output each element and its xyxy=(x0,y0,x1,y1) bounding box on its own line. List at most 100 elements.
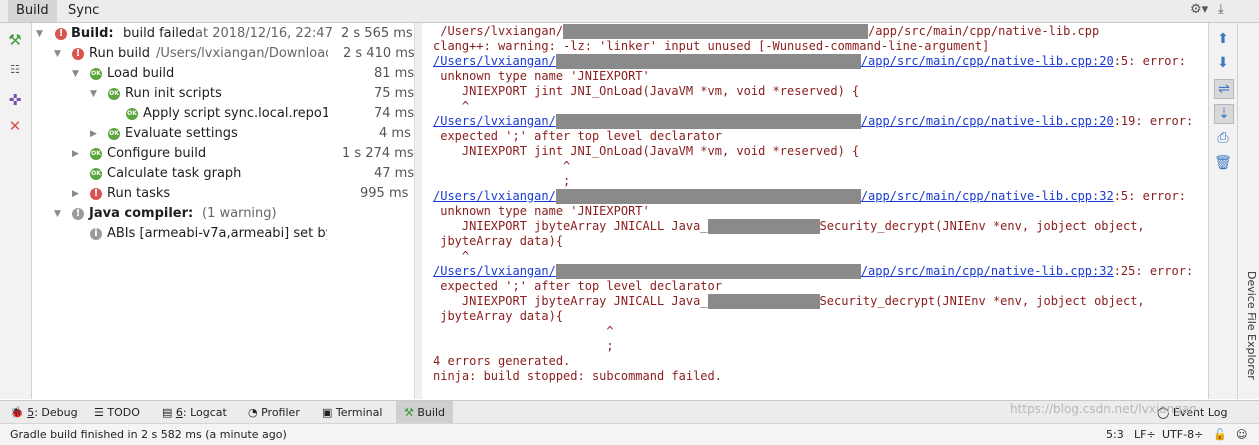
tree-row-evaluate[interactable]: ▶ OK Evaluate settings 4 ms xyxy=(32,124,414,144)
close-icon[interactable]: ✕ xyxy=(6,117,24,135)
tree-duration: 74 ms xyxy=(374,106,414,121)
tab-todo[interactable]: ☰ TODO xyxy=(94,401,140,424)
tree-duration: 47 ms xyxy=(374,166,414,181)
file-encoding[interactable]: UTF-8÷ xyxy=(1162,424,1203,445)
chevron-down-icon[interactable]: ▼ xyxy=(36,24,46,44)
trash-icon[interactable]: 🗑 xyxy=(1214,154,1232,172)
redaction xyxy=(707,219,820,234)
print-icon[interactable]: ⎙ xyxy=(1214,129,1232,147)
console-line: clang++: warning: -lz: 'linker' input un… xyxy=(433,39,990,53)
console-line: /Users/lvxiangan//app/src/main/cpp/nativ… xyxy=(433,114,1194,129)
tool-window-header: Build Sync ⚙▾ ⤓ xyxy=(0,0,1259,23)
logcat-icon: ▤ xyxy=(162,406,173,419)
tree-duration: 75 ms xyxy=(374,86,414,101)
error-icon: ! xyxy=(90,188,102,200)
warning-icon: ! xyxy=(72,208,84,220)
console-line: JNIEXPORT jbyteArray JNICALL Java_ Securi… xyxy=(433,294,1145,309)
redaction xyxy=(563,24,869,39)
tree-path: /Users/lvxiangan/Downloads xyxy=(156,46,328,61)
status-message[interactable]: Gradle build finished in 2 s 582 ms (a m… xyxy=(10,424,287,445)
tree-row-run-build[interactable]: ▼ ! Run build /Users/lvxiangan/Downloads… xyxy=(32,44,414,64)
tab-profiler[interactable]: ◔ Profiler xyxy=(248,401,300,424)
ok-icon: OK xyxy=(90,68,102,80)
arrow-down-icon[interactable]: ⬇ xyxy=(1214,54,1232,72)
lock-icon[interactable]: 🔓 xyxy=(1213,424,1227,445)
tree-label: Run init scripts xyxy=(125,86,222,101)
tree-duration: 995 ms xyxy=(360,186,409,201)
redaction xyxy=(555,264,861,279)
tree-row-abis[interactable]: i ABIs [armeabi-v7a,armeabi] set by ' xyxy=(32,224,414,244)
build-tree: ▼ ! Build: build failed at 2018/12/16, 2… xyxy=(32,23,414,399)
tree-row-root[interactable]: ▼ ! Build: build failed at 2018/12/16, 2… xyxy=(32,24,414,44)
tree-row-configure[interactable]: ▶ OK Configure build 1 s 274 ms xyxy=(32,144,414,164)
tree-label: ABIs [armeabi-v7a,armeabi] set by ' xyxy=(107,226,327,241)
arrow-up-icon[interactable]: ⬆ xyxy=(1214,30,1232,48)
file-link[interactable]: /Users/lvxiangan//app/src/main/cpp/nativ… xyxy=(433,54,1114,69)
console-line: unknown type name 'JNIEXPORT' xyxy=(433,204,650,218)
console-line: ninja: build stopped: subcommand failed. xyxy=(433,369,722,383)
build-icon: ⚒ xyxy=(404,406,414,419)
error-icon: ! xyxy=(55,28,67,40)
console-line: /Users/lvxiangan//app/src/main/cpp/nativ… xyxy=(433,54,1186,69)
tree-label: Configure build xyxy=(107,146,207,161)
tree-row-calculate[interactable]: OK Calculate task graph 47 ms xyxy=(32,164,414,184)
toggle-view-icon[interactable]: ☷ xyxy=(6,61,24,79)
file-link[interactable]: /Users/lvxiangan//app/src/main/cpp/nativ… xyxy=(433,189,1114,204)
chevron-right-icon[interactable]: ▶ xyxy=(90,124,100,144)
tree-note: (1 warning) xyxy=(202,206,277,221)
todo-icon: ☰ xyxy=(94,406,104,419)
tab-logcat[interactable]: ▤ 6: Logcat xyxy=(162,401,227,424)
device-file-explorer-tab[interactable]: Device File Explorer xyxy=(1240,271,1258,421)
console-line: jbyteArray data){ xyxy=(433,309,564,323)
redaction xyxy=(555,114,861,129)
chevron-right-icon[interactable]: ▶ xyxy=(72,184,82,204)
gear-icon[interactable]: ⚙▾ xyxy=(1190,2,1208,17)
tree-row-run-tasks[interactable]: ▶ ! Run tasks 995 ms xyxy=(32,184,414,204)
chevron-down-icon[interactable]: ▼ xyxy=(90,84,100,104)
hammer-icon[interactable]: ⚒ xyxy=(6,31,24,49)
console-line: ^ xyxy=(433,159,571,173)
console-line: ^ xyxy=(433,99,470,113)
file-link[interactable]: /Users/lvxiangan//app/src/main/cpp/nativ… xyxy=(433,114,1114,129)
chevron-down-icon[interactable]: ▼ xyxy=(72,64,82,84)
tree-duration: 4 ms xyxy=(379,126,411,141)
console-line: expected ';' after top level declarator xyxy=(433,129,722,143)
tab-terminal[interactable]: ▣ Terminal xyxy=(322,401,382,424)
console-line: jbyteArray data){ xyxy=(433,234,564,248)
chevron-right-icon[interactable]: ▶ xyxy=(72,144,82,164)
inspector-icon[interactable]: ☺ xyxy=(1236,424,1247,445)
console-output[interactable]: /Users/lvxiangan//app/src/main/cpp/nativ… xyxy=(422,23,1208,399)
caret-position[interactable]: 5:3 xyxy=(1106,424,1124,445)
profiler-icon: ◔ xyxy=(248,406,258,419)
tree-duration: 81 ms xyxy=(374,66,414,81)
file-link[interactable]: /Users/lvxiangan//app/src/main/cpp/nativ… xyxy=(433,264,1114,279)
tab-sync[interactable]: Sync xyxy=(60,0,107,22)
console-line: /Users/lvxiangan//app/src/main/cpp/nativ… xyxy=(433,24,1100,39)
tree-label: Evaluate settings xyxy=(125,126,238,141)
console-line: ^ xyxy=(433,324,614,338)
soft-wrap-icon[interactable]: ⇌ xyxy=(1214,79,1234,99)
tab-build[interactable]: Build xyxy=(8,0,57,22)
console-line: ; xyxy=(433,174,571,188)
minimize-icon[interactable]: ⤓ xyxy=(1218,2,1224,17)
redaction xyxy=(555,189,861,204)
tree-duration: 1 s 274 ms xyxy=(342,146,414,161)
tree-label: Run tasks xyxy=(107,186,171,201)
scroll-to-end-icon[interactable]: ⇣ xyxy=(1214,104,1234,124)
tree-duration: 2 s 565 ms xyxy=(341,26,413,41)
tab-debug[interactable]: 🐞 5: Debug xyxy=(10,401,78,424)
chevron-down-icon[interactable]: ▼ xyxy=(54,204,64,224)
info-icon: i xyxy=(90,228,102,240)
tree-row-apply-script[interactable]: OK Apply script sync.local.repo12 74 ms xyxy=(32,104,414,124)
left-toolbar: ⚒ ☷ ✜ ✕ xyxy=(0,23,32,399)
tree-row-load-build[interactable]: ▼ OK Load build 81 ms xyxy=(32,64,414,84)
chevron-down-icon[interactable]: ▼ xyxy=(54,44,64,64)
tree-label: Calculate task graph xyxy=(107,166,242,181)
pin-icon[interactable]: ✜ xyxy=(6,91,24,109)
tree-row-run-init[interactable]: ▼ OK Run init scripts 75 ms xyxy=(32,84,414,104)
console-line: ; xyxy=(433,339,614,353)
console-line: ^ xyxy=(433,249,470,263)
tree-row-java-compiler[interactable]: ▼ ! Java compiler: (1 warning) xyxy=(32,204,414,224)
tab-build-bottom[interactable]: ⚒ Build xyxy=(396,401,453,424)
line-separator[interactable]: LF÷ xyxy=(1134,424,1156,445)
